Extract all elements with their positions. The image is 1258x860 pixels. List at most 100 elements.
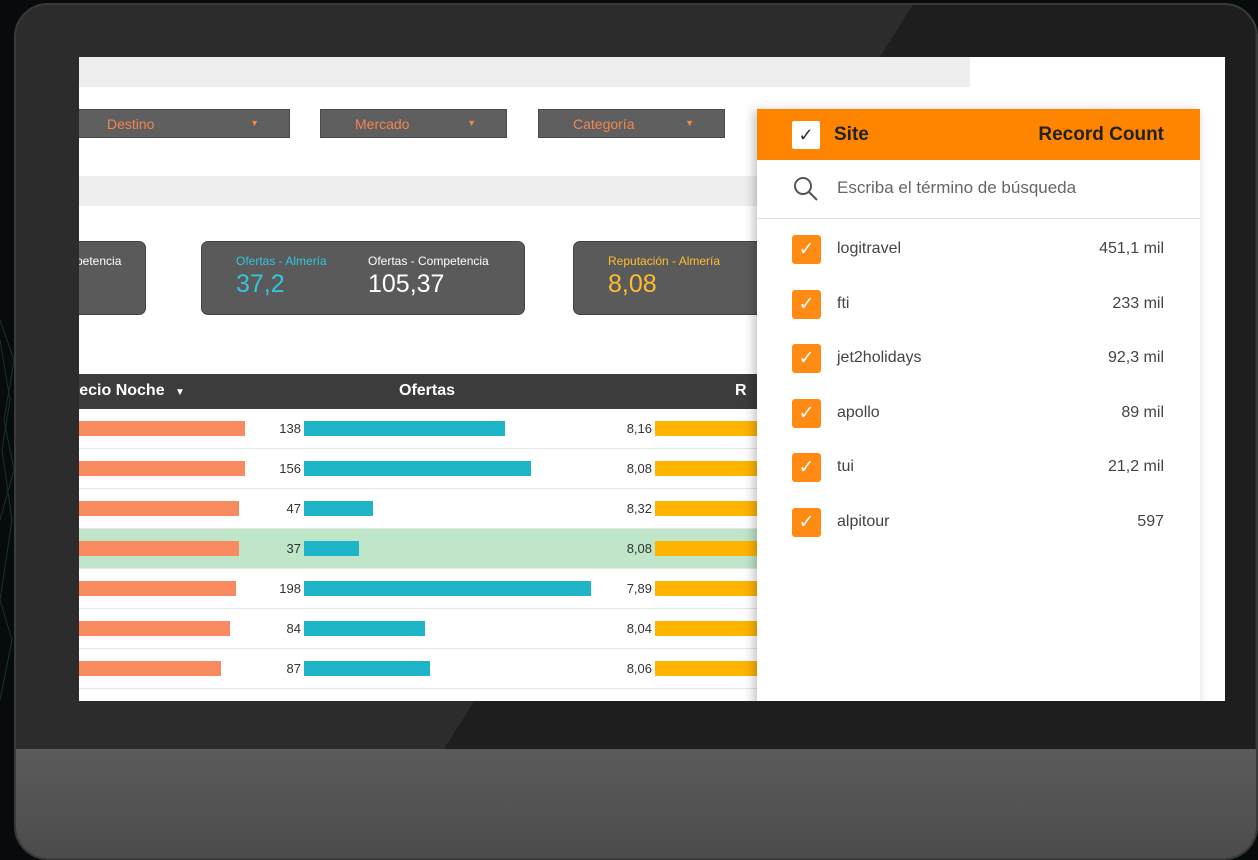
ofertas-value: 47 xyxy=(286,501,301,516)
section-divider-bar xyxy=(79,176,779,206)
table-row[interactable]: 138 8,16 xyxy=(79,409,779,449)
precio-noche-bar xyxy=(79,581,236,596)
ofertas-value: 138 xyxy=(279,421,301,436)
search-icon xyxy=(794,177,818,201)
site-column-header[interactable]: Site xyxy=(834,124,869,146)
reputacion-value: 8,06 xyxy=(626,661,652,676)
filter-destino-label: Destino xyxy=(107,115,155,132)
ofertas-value: 87 xyxy=(286,661,301,676)
kpi-value-reputacion: 8,08 xyxy=(608,270,657,298)
reputacion-bar xyxy=(655,541,765,556)
site-list-item[interactable]: ✓ apollo 89 mil xyxy=(757,395,1200,435)
site-list-item[interactable]: ✓ jet2holidays 92,3 mil xyxy=(757,340,1200,380)
kpi-label-competencia: Ofertas - Competencia xyxy=(368,254,489,268)
table-header: recio Noche ▼ Ofertas R xyxy=(79,374,779,409)
site-name: logitravel xyxy=(837,240,902,257)
filter-categoria-label: Categoría xyxy=(573,115,635,132)
ofertas-value: 198 xyxy=(279,581,301,596)
site-name: alpitour xyxy=(837,513,890,530)
site-name: apollo xyxy=(837,403,880,421)
reputacion-value: 8,32 xyxy=(626,501,652,516)
ofertas-bar xyxy=(304,501,373,516)
site-list-item[interactable]: ✓ logitravel 451,1 mil xyxy=(757,231,1200,271)
table-row-highlighted[interactable]: 37 8,08 xyxy=(79,529,779,569)
ofertas-value: 37 xyxy=(286,541,301,556)
search-row xyxy=(757,160,1200,219)
site-name: jet2holidays xyxy=(837,349,922,367)
site-record-count: 92,3 mil xyxy=(1107,349,1164,367)
table-row[interactable]: 84 8,04 xyxy=(79,609,779,649)
kpi-value-almeria: 37,2 xyxy=(236,270,285,298)
laptop-chin xyxy=(16,749,1256,858)
ofertas-bar xyxy=(304,581,591,596)
site-checkbox[interactable]: ✓ xyxy=(792,508,821,537)
kpi-value-competencia: 105,37 xyxy=(368,270,445,298)
filter-destino-dropdown[interactable]: Destino ▼ xyxy=(79,109,290,138)
site-checkbox[interactable]: ✓ xyxy=(792,453,821,483)
filter-mercado-dropdown[interactable]: Mercado ▼ xyxy=(320,109,507,138)
site-list-item[interactable]: ✓ fti 233 mil xyxy=(757,286,1200,326)
site-list-item[interactable]: ✓ alpitour 597 xyxy=(757,504,1200,544)
reputacion-bar xyxy=(655,581,765,596)
site-record-count: 451,1 mil xyxy=(1099,240,1164,257)
kpi-card-reputacion: Reputación - Almería 8,08 xyxy=(573,241,773,315)
column-header-precio-label: recio Noche xyxy=(79,382,165,399)
site-panel-header: ✓ Site Record Count xyxy=(757,109,1200,160)
precio-noche-bar xyxy=(79,421,245,436)
site-record-count: 89 mil xyxy=(1121,403,1164,421)
reputacion-bar xyxy=(655,421,765,436)
ofertas-bar xyxy=(304,541,359,556)
reputacion-value: 7,89 xyxy=(626,581,652,596)
column-header-precio[interactable]: recio Noche ▼ xyxy=(79,382,185,400)
kpi-label-reputacion: Reputación - Almería xyxy=(608,254,721,268)
reputacion-value: 8,16 xyxy=(626,421,652,436)
ofertas-bar xyxy=(304,421,505,436)
ofertas-bar xyxy=(304,461,531,476)
search-input[interactable] xyxy=(837,178,1167,198)
reputacion-bar xyxy=(655,621,765,636)
ofertas-bar xyxy=(304,621,425,636)
scene: Destino ▼ Mercado ▼ Categoría ▼ mpetenci… xyxy=(0,0,1258,860)
chevron-down-icon: ▼ xyxy=(250,118,259,128)
table-row[interactable]: 156 8,08 xyxy=(79,449,779,489)
site-record-count: 21,2 mil xyxy=(1107,458,1164,476)
kpi-label-almeria: Ofertas - Almería xyxy=(236,254,327,268)
select-all-checkbox[interactable]: ✓ xyxy=(792,121,820,149)
table-row[interactable]: 198 7,89 xyxy=(79,569,779,609)
top-bar xyxy=(79,57,970,87)
filter-categoria-dropdown[interactable]: Categoría ▼ xyxy=(538,109,725,138)
site-checkbox[interactable]: ✓ xyxy=(792,398,821,428)
reputacion-value: 8,08 xyxy=(626,541,652,556)
site-checkbox[interactable]: ✓ xyxy=(792,344,821,374)
precio-noche-bar xyxy=(79,661,221,676)
reputacion-value: 8,08 xyxy=(626,461,652,476)
ofertas-value: 84 xyxy=(286,621,301,636)
table-row[interactable]: 47 8,32 xyxy=(79,489,779,529)
site-record-count: 597 xyxy=(1137,513,1164,530)
site-name: tui xyxy=(837,458,854,476)
sort-arrow-icon: ▼ xyxy=(175,387,185,398)
precio-noche-bar xyxy=(79,501,239,516)
filter-mercado-label: Mercado xyxy=(355,115,410,132)
ofertas-bar xyxy=(304,661,430,676)
site-name: fti xyxy=(837,294,850,312)
site-checkbox[interactable]: ✓ xyxy=(792,235,821,264)
site-list-item[interactable]: ✓ tui 21,2 mil xyxy=(757,449,1200,489)
precio-noche-bar xyxy=(79,541,239,556)
chevron-down-icon: ▼ xyxy=(685,118,694,128)
reputacion-bar xyxy=(655,661,765,676)
ofertas-value: 156 xyxy=(279,461,301,476)
table-row[interactable]: 87 8,06 xyxy=(79,649,779,689)
reputacion-bar xyxy=(655,461,765,476)
kpi-label: mpetencia xyxy=(79,254,122,268)
dashboard-screen: Destino ▼ Mercado ▼ Categoría ▼ mpetenci… xyxy=(79,57,1225,701)
record-count-column-header[interactable]: Record Count xyxy=(1038,124,1164,146)
precio-noche-bar xyxy=(79,461,245,476)
site-filter-panel: ✓ Site Record Count ✓ logitravel 451,1 mil… xyxy=(757,109,1200,701)
site-checkbox[interactable]: ✓ xyxy=(792,289,821,319)
kpi-card-competencia: mpetencia xyxy=(79,241,146,315)
column-header-reputacion[interactable]: R xyxy=(735,382,747,400)
precio-noche-bar xyxy=(79,621,230,636)
reputacion-bar xyxy=(655,501,765,516)
column-header-ofertas[interactable]: Ofertas xyxy=(399,382,455,400)
